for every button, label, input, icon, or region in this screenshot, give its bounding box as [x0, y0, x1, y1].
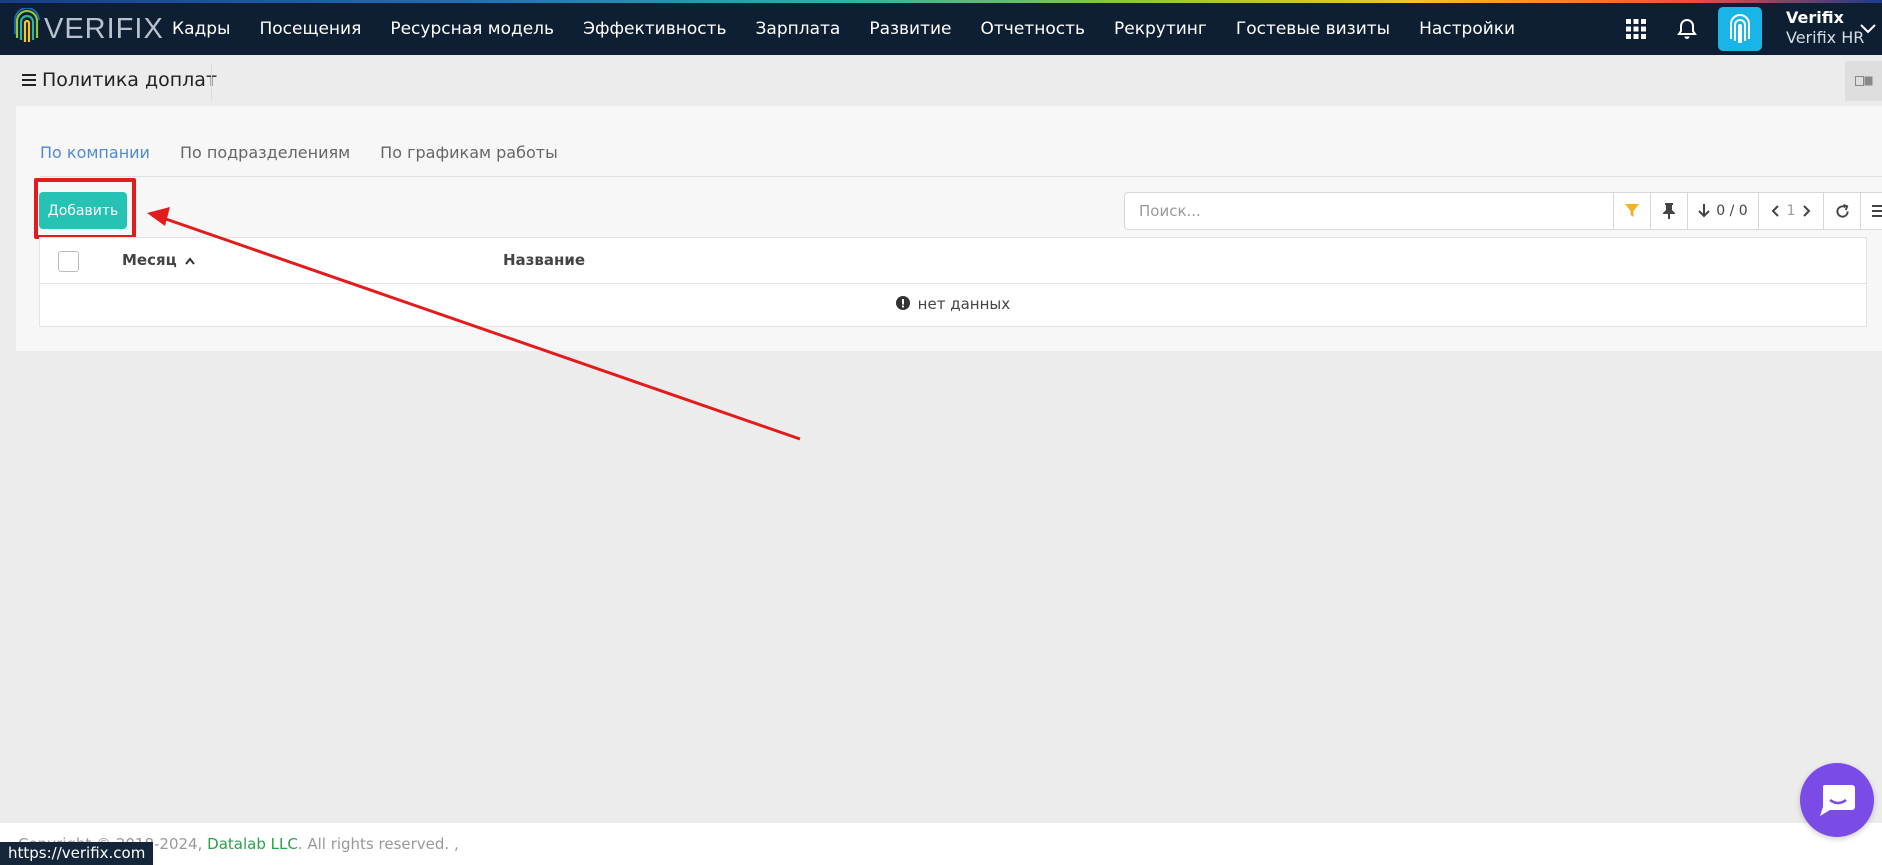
- page-header: Политика доплат: [0, 55, 1882, 107]
- column-month-label: Месяц: [122, 251, 177, 269]
- footer-company-link[interactable]: Datalab LLC: [207, 835, 298, 853]
- brand-logo[interactable]: VERIFIX: [14, 7, 164, 51]
- bell-icon[interactable]: [1673, 15, 1701, 43]
- user-menu[interactable]: Verifix Verifix HR: [1786, 8, 1864, 48]
- pagination: 1: [1758, 193, 1823, 229]
- nav-item-staff[interactable]: Кадры: [172, 19, 230, 39]
- record-count: 0 / 0: [1716, 203, 1748, 219]
- avatar[interactable]: [1718, 7, 1762, 51]
- nav-item-development[interactable]: Развитие: [869, 19, 951, 39]
- info-icon: [895, 296, 910, 310]
- data-table: Месяц Название нет данных: [39, 237, 1867, 327]
- tab-by-departments[interactable]: По подразделениям: [180, 143, 350, 162]
- translate-icon: [1854, 76, 1872, 86]
- title-divider: [211, 63, 212, 101]
- columns-menu-icon[interactable]: [1860, 193, 1882, 229]
- fingerprint-logo-icon: [14, 7, 40, 50]
- column-header-month[interactable]: Месяц: [122, 251, 195, 269]
- nav-item-reports[interactable]: Отчетность: [981, 19, 1085, 39]
- nav-item-recruiting[interactable]: Рекрутинг: [1114, 19, 1207, 39]
- sort-asc-icon: [185, 257, 195, 265]
- footer: Copyright © 2018-2024, Datalab LLC. All …: [0, 823, 1882, 865]
- nav-item-guest-visits[interactable]: Гостевые визиты: [1236, 19, 1390, 39]
- user-name: Verifix: [1786, 8, 1844, 27]
- search-input[interactable]: [1125, 193, 1613, 229]
- page-number: 1: [1786, 203, 1796, 219]
- page-title-wrap: Политика доплат: [22, 69, 217, 91]
- chat-button[interactable]: [1800, 763, 1874, 837]
- column-header-name[interactable]: Название: [503, 251, 585, 269]
- annotation-highlight-box: [34, 178, 136, 239]
- empty-state: нет данных: [40, 295, 1866, 313]
- nav-item-resource-model[interactable]: Ресурсная модель: [390, 19, 554, 39]
- grid-toolbar: 0 / 0 1: [1124, 192, 1882, 230]
- empty-state-text: нет данных: [917, 295, 1011, 313]
- fingerprint-avatar-icon: [1730, 14, 1750, 43]
- refresh-icon[interactable]: [1823, 193, 1860, 229]
- pin-icon[interactable]: [1650, 193, 1687, 229]
- sort-count-control[interactable]: 0 / 0: [1687, 193, 1758, 229]
- nav-item-salary[interactable]: Зарплата: [756, 19, 841, 39]
- tabs-divider: [40, 176, 1882, 177]
- brand-name: VERIFIX: [44, 12, 164, 45]
- tab-by-company[interactable]: По компании: [40, 143, 150, 162]
- top-navbar: VERIFIX Кадры Посещения Ресурсная модель…: [0, 3, 1882, 55]
- footer-suffix: . All rights reserved. ,: [297, 835, 459, 853]
- chat-bubble-icon: [1820, 785, 1855, 816]
- menu-icon[interactable]: [22, 74, 36, 86]
- chevron-right-icon[interactable]: [1803, 205, 1811, 217]
- status-bar-url: https://verifix.com: [0, 842, 154, 865]
- chevron-left-icon[interactable]: [1771, 205, 1779, 217]
- nav-item-efficiency[interactable]: Эффективность: [583, 19, 726, 39]
- table-header: Месяц Название: [40, 238, 1866, 284]
- page-title: Политика доплат: [42, 69, 218, 91]
- translate-button[interactable]: [1845, 61, 1882, 101]
- user-company: Verifix HR: [1786, 28, 1865, 47]
- select-all-checkbox[interactable]: [58, 251, 79, 272]
- tab-by-schedules[interactable]: По графикам работы: [380, 143, 558, 162]
- tabs: По компании По подразделениям По графика…: [40, 143, 588, 162]
- chevron-down-icon[interactable]: [1860, 19, 1876, 38]
- nav-item-settings[interactable]: Настройки: [1419, 19, 1515, 39]
- nav-item-attendance[interactable]: Посещения: [259, 19, 361, 39]
- apps-grid-icon[interactable]: [1622, 15, 1650, 43]
- main-nav: Кадры Посещения Ресурсная модель Эффекти…: [172, 3, 1544, 55]
- arrow-down-icon: [1698, 204, 1710, 218]
- filter-icon[interactable]: [1613, 193, 1650, 229]
